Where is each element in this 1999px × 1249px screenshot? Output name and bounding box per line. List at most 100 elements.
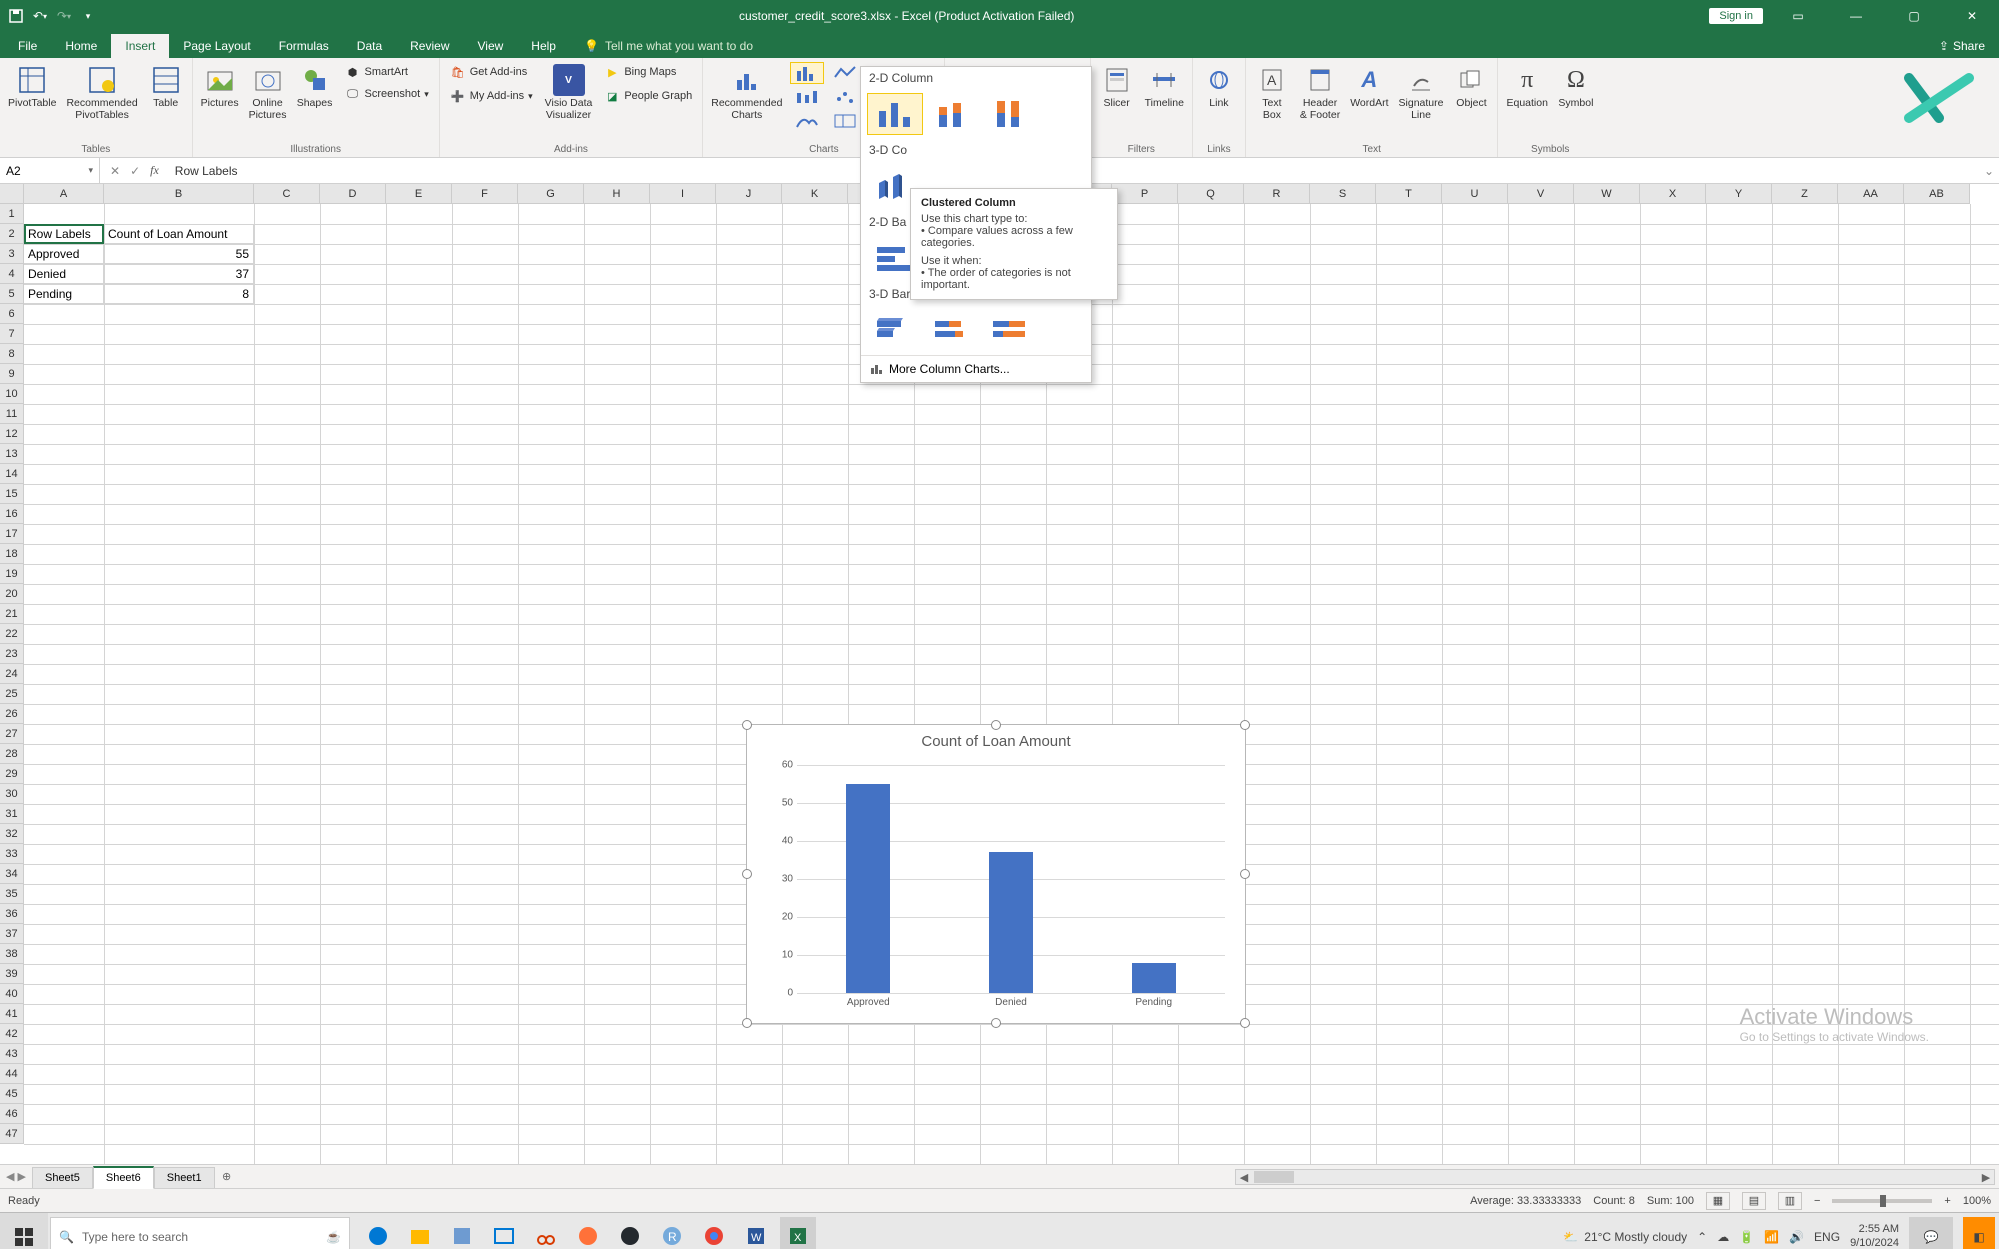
new-sheet-button[interactable]: ⊕	[215, 1170, 239, 1183]
cell[interactable]: 8	[104, 284, 254, 304]
maps-chart-menu[interactable]	[790, 110, 824, 132]
column-header[interactable]: AA	[1838, 184, 1904, 204]
header-footer-button[interactable]: Header & Footer	[1298, 62, 1342, 123]
row-header[interactable]: 6	[0, 304, 24, 324]
name-box-dropdown-icon[interactable]: ▾	[88, 165, 93, 176]
onedrive-icon[interactable]: ☁	[1717, 1230, 1729, 1244]
textbox-button[interactable]: AText Box	[1252, 62, 1292, 123]
column-header[interactable]: C	[254, 184, 320, 204]
resize-handle[interactable]	[742, 1018, 752, 1028]
resize-handle[interactable]	[742, 720, 752, 730]
row-header[interactable]: 12	[0, 424, 24, 444]
zoom-out-button[interactable]: −	[1814, 1195, 1820, 1207]
signature-line-button[interactable]: Signature Line	[1397, 62, 1446, 123]
snip-icon[interactable]	[528, 1217, 564, 1249]
column-header[interactable]: E	[386, 184, 452, 204]
online-pictures-button[interactable]: Online Pictures	[247, 62, 289, 123]
row-header[interactable]: 15	[0, 484, 24, 504]
page-break-view-button[interactable]: ▥	[1778, 1192, 1802, 1210]
column-header[interactable]: P	[1112, 184, 1178, 204]
row-header[interactable]: 14	[0, 464, 24, 484]
3d-clustered-bar-thumb[interactable]	[867, 309, 923, 351]
notifications-icon[interactable]: 💬	[1909, 1217, 1953, 1249]
tab-formulas[interactable]: Formulas	[265, 34, 343, 58]
embedded-chart[interactable]: Count of Loan Amount 0102030405060 Appro…	[746, 724, 1246, 1024]
tab-home[interactable]: Home	[51, 34, 111, 58]
row-header[interactable]: 16	[0, 504, 24, 524]
row-header[interactable]: 31	[0, 804, 24, 824]
tray-chevron-icon[interactable]: ⌃	[1697, 1230, 1707, 1244]
column-chart-menu[interactable]	[790, 62, 824, 84]
save-icon[interactable]	[8, 8, 24, 24]
row-header[interactable]: 13	[0, 444, 24, 464]
close-icon[interactable]: ✕	[1949, 0, 1995, 32]
recommended-pivot-button[interactable]: Recommended PivotTables	[64, 62, 139, 123]
row-header[interactable]: 44	[0, 1064, 24, 1084]
object-button[interactable]: Object	[1451, 62, 1491, 112]
tab-view[interactable]: View	[464, 34, 518, 58]
sheet-nav-arrows[interactable]: ◀ ▶	[0, 1170, 32, 1183]
column-header[interactable]: Z	[1772, 184, 1838, 204]
recommended-charts-button[interactable]: Recommended Charts	[709, 62, 784, 123]
column-header[interactable]: S	[1310, 184, 1376, 204]
row-header[interactable]: 33	[0, 844, 24, 864]
scroll-thumb[interactable]	[1254, 1171, 1294, 1183]
cell[interactable]: Row Labels	[24, 224, 104, 244]
row-header[interactable]: 46	[0, 1104, 24, 1124]
row-header[interactable]: 32	[0, 824, 24, 844]
cell[interactable]: 55	[104, 244, 254, 264]
column-header[interactable]: X	[1640, 184, 1706, 204]
redo-icon[interactable]: ↷▾	[56, 8, 72, 24]
tell-me[interactable]: 💡 Tell me what you want to do	[570, 34, 767, 58]
row-header[interactable]: 29	[0, 764, 24, 784]
row-header[interactable]: 39	[0, 964, 24, 984]
row-header[interactable]: 24	[0, 664, 24, 684]
row-header[interactable]: 26	[0, 704, 24, 724]
row-header[interactable]: 28	[0, 744, 24, 764]
clock[interactable]: 2:55 AM 9/10/2024	[1850, 1223, 1899, 1249]
row-header[interactable]: 8	[0, 344, 24, 364]
word-icon[interactable]: W	[738, 1217, 774, 1249]
row-header[interactable]: 2	[0, 224, 24, 244]
column-header[interactable]: H	[584, 184, 650, 204]
chart-plot-area[interactable]: 0102030405060 ApprovedDeniedPending	[797, 765, 1225, 993]
column-header[interactable]: T	[1376, 184, 1442, 204]
row-header[interactable]: 45	[0, 1084, 24, 1104]
column-header[interactable]: R	[1244, 184, 1310, 204]
row-header[interactable]: 36	[0, 904, 24, 924]
cell[interactable]: 37	[104, 264, 254, 284]
row-header[interactable]: 37	[0, 924, 24, 944]
column-header[interactable]: V	[1508, 184, 1574, 204]
cell[interactable]: Count of Loan Amount	[104, 224, 254, 244]
row-header[interactable]: 18	[0, 544, 24, 564]
row-header[interactable]: 35	[0, 884, 24, 904]
page-layout-view-button[interactable]: ▤	[1742, 1192, 1766, 1210]
stacked-column-thumb[interactable]	[925, 93, 981, 135]
tab-help[interactable]: Help	[517, 34, 570, 58]
table-button[interactable]: Table	[146, 62, 186, 112]
3d-100-stacked-bar-thumb[interactable]	[983, 309, 1039, 351]
volume-icon[interactable]: 🔊	[1789, 1230, 1804, 1244]
column-header[interactable]: I	[650, 184, 716, 204]
column-header[interactable]: G	[518, 184, 584, 204]
language-icon[interactable]: ENG	[1814, 1230, 1840, 1244]
my-addins-button[interactable]: ➕My Add-ins▾	[446, 86, 537, 106]
chart-bar[interactable]	[846, 784, 890, 993]
line-chart-menu[interactable]	[828, 62, 862, 84]
tray-app-icon[interactable]: ◧	[1963, 1217, 1995, 1249]
row-header[interactable]: 34	[0, 864, 24, 884]
cancel-formula-icon[interactable]: ✕	[110, 164, 120, 178]
column-header[interactable]: F	[452, 184, 518, 204]
edge-icon[interactable]	[360, 1217, 396, 1249]
tab-data[interactable]: Data	[343, 34, 396, 58]
excel-icon[interactable]: X	[780, 1217, 816, 1249]
firefox-icon[interactable]	[570, 1217, 606, 1249]
sheet-tab[interactable]: Sheet1	[154, 1167, 215, 1188]
qat-customize-icon[interactable]: ▾	[80, 8, 96, 24]
pivottable-button[interactable]: PivotTable	[6, 62, 58, 112]
column-header[interactable]: AB	[1904, 184, 1970, 204]
column-header[interactable]: U	[1442, 184, 1508, 204]
name-box[interactable]: A2 ▾	[0, 158, 100, 183]
pictures-button[interactable]: Pictures	[199, 62, 241, 112]
row-header[interactable]: 40	[0, 984, 24, 1004]
